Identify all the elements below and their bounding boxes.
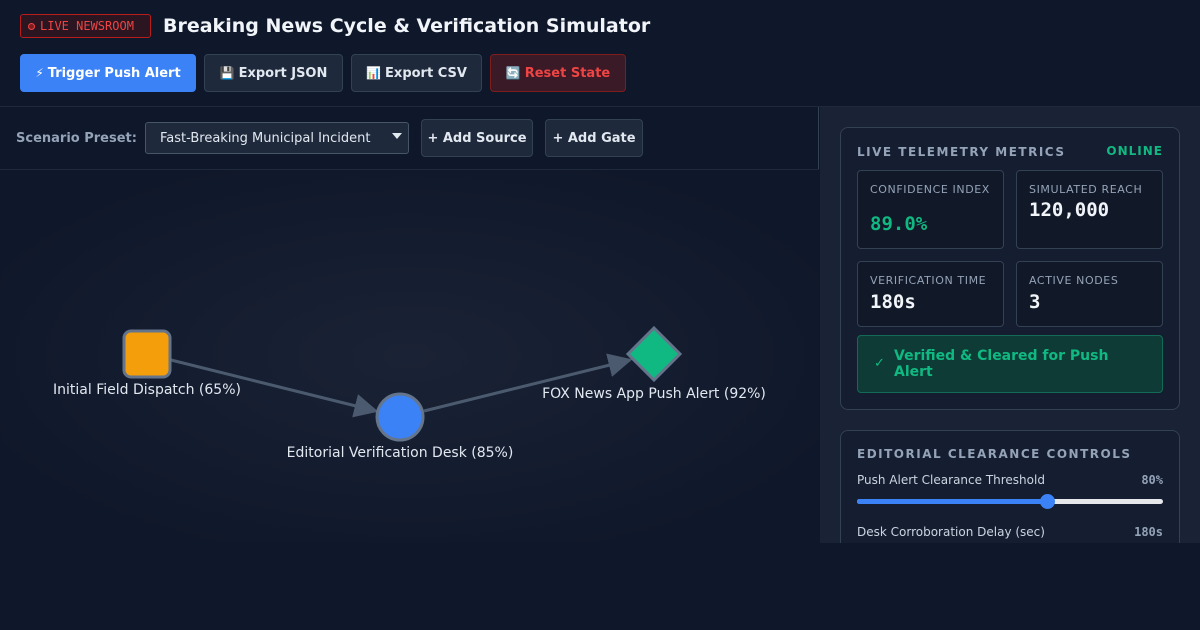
clearance-status: ✓ Verified & Cleared for Push Alert <box>857 335 1163 393</box>
scenario-preset-label: Scenario Preset: <box>16 131 137 146</box>
live-dot-icon <box>28 22 35 30</box>
lightning-icon: ⚡ <box>35 66 44 80</box>
scenario-preset-select[interactable]: Fast-Breaking Municipal Incident <box>145 122 409 154</box>
node-label-desk: Editorial Verification Desk (85%) <box>286 445 514 461</box>
telemetry-title: LIVE TELEMETRY METRICS <box>857 145 1066 159</box>
delay-label: Desk Corroboration Delay (sec) <box>857 525 1045 539</box>
bar-chart-icon: 📊 <box>366 66 382 80</box>
metric-verification-time: VERIFICATION TIME 180s <box>857 261 1004 327</box>
metric-confidence-value: 89.0% <box>870 213 928 235</box>
chevron-down-icon <box>392 133 402 139</box>
reset-state-button[interactable]: 🔄 Reset State <box>490 54 626 92</box>
threshold-slider[interactable] <box>857 494 1163 509</box>
live-badge: LIVE NEWSROOM <box>20 14 151 38</box>
node-label-dispatch: Initial Field Dispatch (65%) <box>53 382 241 398</box>
delay-value: 180s <box>1134 525 1163 539</box>
metric-confidence-label: CONFIDENCE INDEX <box>870 183 990 196</box>
graph-canvas[interactable]: Initial Field Dispatch (65%) Editorial V… <box>0 170 819 543</box>
metric-active-nodes-label: ACTIVE NODES <box>1029 274 1119 287</box>
controls-title: EDITORIAL CLEARANCE CONTROLS <box>857 447 1132 461</box>
metric-active-nodes: ACTIVE NODES 3 <box>1016 261 1163 327</box>
check-icon: ✓ <box>874 356 885 371</box>
threshold-slider-fill <box>857 499 1047 504</box>
status-badge: ONLINE <box>1106 144 1163 158</box>
live-badge-label: LIVE NEWSROOM <box>40 19 134 33</box>
header: LIVE NEWSROOM Breaking News Cycle & Veri… <box>0 0 1200 107</box>
export-csv-button[interactable]: 📊 Export CSV <box>351 54 482 92</box>
telemetry-card: LIVE TELEMETRY METRICS ONLINE CONFIDENCE… <box>840 127 1180 410</box>
metric-verification-label: VERIFICATION TIME <box>870 274 987 287</box>
floppy-disk-icon: 💾 <box>219 66 235 80</box>
node-editorial-verification-desk[interactable] <box>375 392 425 442</box>
sidebar: LIVE TELEMETRY METRICS ONLINE CONFIDENCE… <box>820 107 1200 543</box>
graph-panel: Scenario Preset: Fast-Breaking Municipal… <box>0 107 819 543</box>
node-label-push: FOX News App Push Alert (92%) <box>542 386 766 402</box>
threshold-slider-thumb[interactable] <box>1039 494 1055 509</box>
add-source-button[interactable]: + Add Source <box>421 119 533 157</box>
metric-confidence: CONFIDENCE INDEX 89.0% <box>857 170 1004 249</box>
metric-active-nodes-value: 3 <box>1029 291 1041 313</box>
threshold-value: 80% <box>1141 473 1163 487</box>
scenario-preset-value: Fast-Breaking Municipal Incident <box>160 130 371 146</box>
clearance-status-text: Verified & Cleared for Push Alert <box>894 348 1109 380</box>
page-title: Breaking News Cycle & Verification Simul… <box>163 15 651 37</box>
metric-reach: SIMULATED REACH 120,000 <box>1016 170 1163 249</box>
graph-toolbar: Scenario Preset: Fast-Breaking Municipal… <box>0 107 819 170</box>
app-root: LIVE NEWSROOM Breaking News Cycle & Veri… <box>0 0 1200 543</box>
export-json-label: Export JSON <box>238 65 328 81</box>
metric-verification-value: 180s <box>870 291 916 313</box>
reset-state-label: Reset State <box>524 65 611 81</box>
threshold-label: Push Alert Clearance Threshold <box>857 473 1045 487</box>
node-initial-field-dispatch[interactable] <box>122 329 172 379</box>
metric-reach-label: SIMULATED REACH <box>1029 183 1143 196</box>
export-json-button[interactable]: 💾 Export JSON <box>204 54 343 92</box>
metric-reach-value: 120,000 <box>1029 199 1110 221</box>
add-gate-button[interactable]: + Add Gate <box>545 119 643 157</box>
graph-svg <box>122 325 683 442</box>
refresh-icon: 🔄 <box>505 66 521 80</box>
node-push-alert[interactable] <box>625 325 683 383</box>
trigger-push-alert-label: Trigger Push Alert <box>47 65 181 81</box>
controls-card: EDITORIAL CLEARANCE CONTROLS Push Alert … <box>840 430 1180 543</box>
trigger-push-alert-button[interactable]: ⚡ Trigger Push Alert <box>20 54 196 92</box>
export-csv-label: Export CSV <box>385 65 467 81</box>
